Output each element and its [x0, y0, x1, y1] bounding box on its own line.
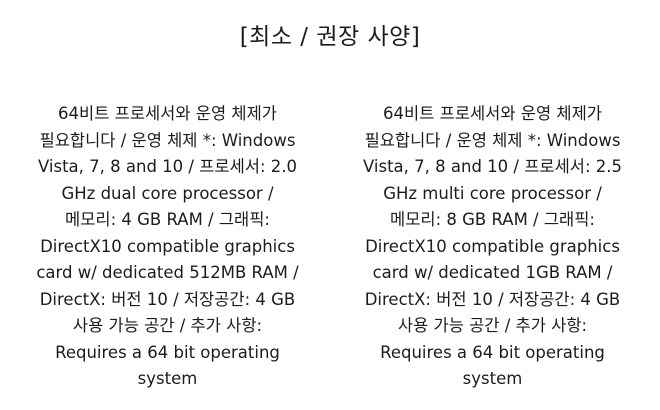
spec-line: DirectX10 compatible graphics — [40, 236, 295, 256]
spec-line: DirectX: 버전 10 / 저장공간: 4 GB — [39, 289, 296, 309]
page-title: [최소 / 권장 사양] — [239, 24, 421, 50]
spec-line: Vista, 7, 8 and 10 / 프로세서: 2.0 — [37, 157, 297, 176]
spec-line: card w/ dedicated 1GB RAM / — [372, 263, 613, 282]
spec-line: Requires a 64 bit operating — [55, 342, 280, 362]
spec-line: 필요합니다 / 운영 체제 *: Windows — [39, 130, 296, 150]
spec-line: DirectX10 compatible graphics — [365, 236, 620, 256]
recommended-specs: 64비트 프로세서와 운영 체제가 필요합니다 / 운영 체제 *: Windo… — [335, 101, 650, 393]
spec-line: 사용 가능 공간 / 추가 사항: — [72, 316, 263, 335]
spec-line: 64비트 프로세서와 운영 체제가 — [383, 104, 602, 123]
spec-line: GHz dual core processor / — [61, 183, 274, 203]
spec-line: 필요합니다 / 운영 체제 *: Windows — [364, 130, 621, 150]
spec-line: 메모리: 4 GB RAM / 그래픽: — [65, 210, 270, 229]
spec-line: GHz multi core processor / — [383, 183, 602, 203]
spec-line: system — [137, 369, 198, 388]
spec-line: DirectX: 버전 10 / 저장공간: 4 GB — [364, 289, 621, 309]
spec-line: 메모리: 8 GB RAM / 그래픽: — [390, 210, 595, 229]
spec-line: Vista, 7, 8 and 10 / 프로세서: 2.5 — [362, 157, 622, 176]
minimum-specs: 64비트 프로세서와 운영 체제가 필요합니다 / 운영 체제 *: Windo… — [10, 101, 325, 393]
spec-line: card w/ dedicated 512MB RAM / — [36, 263, 299, 282]
spec-line: Requires a 64 bit operating — [380, 342, 605, 362]
spec-line: 사용 가능 공간 / 추가 사항: — [397, 316, 588, 335]
spec-line: 64비트 프로세서와 운영 체제가 — [58, 104, 277, 123]
spec-line: system — [462, 369, 523, 388]
